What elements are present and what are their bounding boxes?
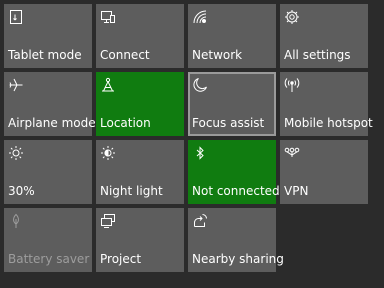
mobile-hotspot-label: Mobile hotspot: [284, 116, 373, 130]
network-label: Network: [192, 48, 243, 62]
night-light-label: Night light: [100, 184, 163, 198]
gear-icon: [284, 9, 300, 25]
bluetooth-label: Not connected: [192, 184, 280, 198]
airplane-mode-tile[interactable]: Airplane mode: [4, 72, 96, 136]
quick-actions-grid: Tablet mode Connect Network All settings…: [4, 4, 373, 272]
battery-saver-icon: [8, 213, 24, 229]
vpn-label: VPN: [284, 184, 309, 198]
nearby-sharing-icon: [192, 213, 208, 229]
battery-saver-tile: Battery saver: [4, 208, 92, 272]
brightness-label: 30%: [8, 184, 35, 198]
battery-saver-label: Battery saver: [8, 252, 90, 266]
network-tile[interactable]: Network: [188, 4, 276, 68]
nearby-sharing-label: Nearby sharing: [192, 252, 284, 266]
airplane-mode-label: Airplane mode: [8, 116, 96, 130]
mobile-hotspot-tile[interactable]: Mobile hotspot: [280, 72, 373, 136]
vpn-tile[interactable]: VPN: [280, 140, 368, 204]
focus-assist-tile[interactable]: Focus assist: [188, 72, 276, 136]
connect-tile[interactable]: Connect: [96, 4, 184, 68]
location-label: Location: [100, 116, 151, 130]
hotspot-icon: [284, 77, 300, 93]
night-light-icon: [100, 145, 116, 161]
all-settings-tile[interactable]: All settings: [280, 4, 368, 68]
bluetooth-icon: [192, 145, 208, 161]
brightness-icon: [8, 145, 24, 161]
airplane-icon: [8, 77, 24, 93]
vpn-icon: [284, 145, 300, 161]
tablet-mode-icon: [8, 9, 24, 25]
location-tile[interactable]: Location: [96, 72, 184, 136]
brightness-tile[interactable]: 30%: [4, 140, 92, 204]
nearby-sharing-tile[interactable]: Nearby sharing: [188, 208, 284, 272]
project-tile[interactable]: Project: [96, 208, 184, 272]
all-settings-label: All settings: [284, 48, 351, 62]
focus-assist-label: Focus assist: [192, 116, 265, 130]
moon-icon: [192, 77, 208, 93]
network-icon: [192, 9, 208, 25]
connect-label: Connect: [100, 48, 150, 62]
bluetooth-tile[interactable]: Not connected: [188, 140, 280, 204]
tablet-mode-label: Tablet mode: [8, 48, 82, 62]
project-label: Project: [100, 252, 142, 266]
tablet-mode-tile[interactable]: Tablet mode: [4, 4, 92, 68]
project-icon: [100, 213, 116, 229]
night-light-tile[interactable]: Night light: [96, 140, 184, 204]
location-icon: [100, 77, 116, 93]
connect-icon: [100, 9, 116, 25]
